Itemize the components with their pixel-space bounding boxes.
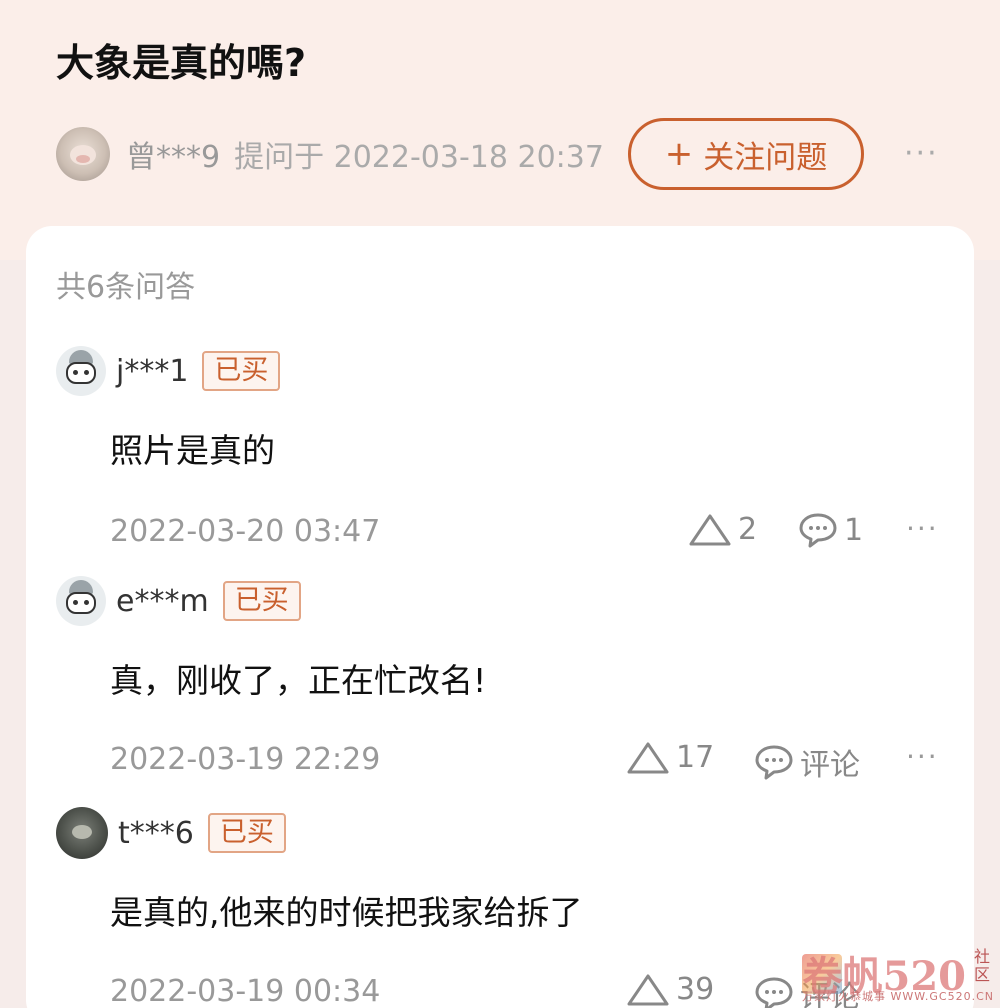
triangle-like-icon	[689, 514, 731, 545]
follow-question-button[interactable]: + 关注问题	[628, 118, 864, 190]
comment-bubble-icon	[755, 745, 793, 780]
answer-item: e***m 已买 真，刚收了，正在忙改名! 2022-03-19 22:29 1…	[56, 574, 956, 786]
answer-text: 照片是真的	[110, 431, 275, 470]
asker-name[interactable]: 曾***9	[126, 132, 220, 176]
question-title: 大象是真的嗎?	[56, 41, 307, 85]
comment-button[interactable]: 评论	[754, 740, 860, 784]
answer-username[interactable]: t***6	[118, 816, 194, 851]
purchased-badge: 已买	[202, 351, 281, 391]
purchased-badge: 已买	[222, 581, 301, 621]
asker-avatar[interactable]	[56, 127, 110, 181]
plus-icon: +	[664, 134, 694, 174]
like-count: 17	[676, 740, 715, 775]
user-avatar[interactable]	[56, 346, 106, 396]
like-count: 2	[738, 512, 758, 547]
like-button[interactable]: 2	[688, 512, 757, 547]
answer-date: 2022-03-19 22:29	[110, 742, 381, 777]
follow-label: 关注问题	[703, 139, 828, 176]
site-watermark: 卷帆520 社区 万家灯火恭城事 WWW.GC520.CN	[800, 944, 996, 1004]
user-avatar[interactable]	[56, 807, 108, 859]
triangle-like-icon	[627, 974, 669, 1005]
answer-text: 真，刚收了，正在忙改名!	[110, 661, 487, 700]
comment-label: 评论	[800, 748, 860, 783]
answer-username[interactable]: e***m	[116, 584, 209, 619]
like-count: 39	[676, 972, 715, 1007]
user-avatar[interactable]	[56, 576, 106, 626]
answers-count: 共6条问答	[56, 270, 196, 305]
watermark-url: 万家灯火恭城事 WWW.GC520.CN	[802, 990, 994, 1003]
comment-button[interactable]: 1	[798, 512, 863, 548]
answer-username[interactable]: j***1	[116, 354, 188, 389]
comment-bubble-icon	[755, 977, 793, 1008]
answer-date: 2022-03-20 03:47	[110, 514, 381, 549]
more-options-icon[interactable]: ···	[904, 136, 939, 171]
like-button[interactable]: 39	[626, 972, 714, 1007]
like-button[interactable]: 17	[626, 740, 714, 775]
answer-date: 2022-03-19 00:34	[110, 974, 381, 1008]
asker-info: 曾***9 提问于 2022-03-18 20:37	[56, 126, 604, 182]
answer-text: 是真的,他来的时候把我家给拆了	[110, 893, 583, 932]
comment-count: 1	[844, 512, 864, 548]
answer-more-icon[interactable]: ···	[906, 512, 939, 545]
asked-time: 提问于 2022-03-18 20:37	[234, 140, 604, 175]
answer-more-icon[interactable]: ···	[906, 740, 939, 773]
purchased-badge: 已买	[207, 813, 286, 853]
triangle-like-icon	[627, 742, 669, 773]
answer-item: j***1 已买 照片是真的 2022-03-20 03:47 2 1 ···	[56, 344, 956, 558]
watermark-side-text: 社区	[974, 947, 991, 984]
comment-bubble-icon	[799, 513, 837, 548]
